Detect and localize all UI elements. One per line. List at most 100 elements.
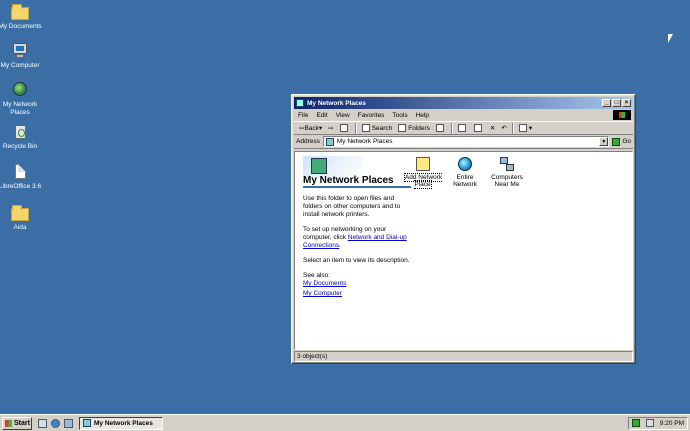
menu-bar: File Edit View Favorites Tools Help [294,109,633,121]
item-entire-network[interactable]: Entire Network [445,156,485,188]
internet-explorer-icon[interactable] [51,418,60,428]
item-computers-near-me[interactable]: Computers Near Me [487,156,527,188]
toolbar-separator [354,122,357,134]
delete-button[interactable]: ✕ [487,124,498,132]
go-button[interactable]: Go [612,137,631,146]
dropdown-arrow-icon: ▾ [318,125,323,132]
go-arrow-icon [612,137,621,146]
history-button[interactable] [433,124,449,132]
address-dropdown-button[interactable]: ▼ [599,137,609,146]
menu-help[interactable]: Help [412,112,433,119]
desktop-icon-my-network-places[interactable]: My Network Places [0,81,42,117]
desktop-icon-aida[interactable]: Aida [0,204,42,232]
menu-file[interactable]: File [294,112,312,119]
address-bar: Address My Network Places ▼ Go [294,135,633,149]
setup-text-suffix: . [339,242,341,249]
my-computer-link[interactable]: My Computer [303,290,411,298]
toolbar-separator [511,122,514,134]
network-status-icon[interactable] [632,419,640,427]
desktop-icon-libreoffice[interactable]: LibreOffice 3.6 [0,163,42,191]
outlook-express-icon[interactable] [64,418,73,428]
start-button[interactable]: Start [2,416,32,430]
network-places-icon [296,99,304,107]
document-icon [11,163,29,181]
desktop-icon-label: My Computer [0,62,40,69]
back-button[interactable]: ⇦ Back ▾ [296,124,325,133]
title-bar[interactable]: My Network Places _ □ × [294,97,633,109]
web-view-pane: My Network Places Use this folder to ope… [303,156,411,298]
address-label: Address [296,138,320,145]
desktop-icon-label: LibreOffice 3.6 [0,183,42,190]
clock[interactable]: 9:20 PM [660,420,684,427]
add-network-place-icon [415,156,431,172]
copy-to-button[interactable] [471,124,487,132]
move-to-button[interactable] [455,124,471,132]
taskbar-button-my-network-places[interactable]: My Network Places [79,416,163,430]
select-item-hint: Select an item to view its description. [303,257,410,264]
my-documents-link[interactable]: My Documents [303,280,411,288]
toolbar-separator [450,122,453,134]
maximize-button[interactable]: □ [612,99,621,107]
network-places-icon [311,158,327,174]
taskbar-button-label: My Network Places [94,419,153,427]
show-desktop-icon[interactable] [38,418,47,428]
item-label: Computers Near Me [491,174,523,188]
mouse-pointer-icon [668,34,673,43]
menu-tools[interactable]: Tools [388,112,411,119]
desktop-icon-label: Aida [13,224,27,231]
up-folder-icon [339,124,348,132]
folder-title: My Network Places [303,176,411,188]
setup-text: To set up networking on your computer, c… [303,226,411,250]
menu-edit[interactable]: Edit [312,112,331,119]
item-label: Add Network Place [403,173,443,189]
dropdown-arrow-icon: ▾ [528,125,533,132]
folder-banner: My Network Places [303,156,411,188]
undo-icon: ↶ [501,125,507,132]
computers-near-me-icon [499,156,515,172]
forward-button[interactable]: ⇨ [325,124,336,132]
address-input[interactable]: My Network Places ▼ [322,136,610,147]
go-label: Go [622,138,631,145]
entire-network-globe-icon [457,156,473,172]
minimize-button[interactable]: _ [602,99,611,107]
network-places-icon [325,137,334,146]
desktop-icon-label: Recycle Bin [2,143,38,150]
copy-to-icon [473,124,482,132]
views-button[interactable]: ▾ [516,124,535,132]
see-also-label: See also: [303,272,331,279]
search-icon [361,124,370,132]
computer-icon [11,42,29,60]
desktop-icon-my-documents[interactable]: My Documents [0,3,42,31]
recycle-bin-icon [11,123,29,141]
taskbar: Start My Network Places 9:20 PM [0,414,690,431]
forward-arrow-icon: ⇨ [328,125,334,132]
menu-view[interactable]: View [332,112,354,119]
delete-x-icon: ✕ [489,125,496,132]
volume-icon[interactable] [645,419,654,427]
item-label: Entire Network [453,174,477,188]
desktop-icon-label: My Documents [0,23,42,30]
item-add-network-place[interactable]: Add Network Place [403,156,443,189]
network-globe-icon [11,81,29,99]
explorer-window: My Network Places _ □ × File Edit View F… [291,94,636,364]
desktop-icon-recycle-bin[interactable]: Recycle Bin [0,123,42,151]
folders-button[interactable]: Folders [395,124,433,132]
move-to-icon [457,124,466,132]
folders-icon [398,124,407,132]
status-bar: 3 object(s) [294,351,633,362]
item-list: Add Network Place Entire Network Compute… [403,156,529,189]
network-places-icon [83,419,91,427]
close-button[interactable]: × [622,99,631,107]
up-button[interactable] [337,124,353,132]
folder-description: Use this folder to open files and folder… [303,195,401,218]
start-label: Start [14,419,30,427]
undo-button[interactable]: ↶ [498,124,509,132]
menu-favorites[interactable]: Favorites [354,112,389,119]
windows-logo-icon [613,110,631,120]
toolbar: ⇦ Back ▾ ⇨ Search Folders ✕ ↶ ▾ [294,121,633,135]
window-title: My Network Places [307,99,366,107]
search-button[interactable]: Search [359,124,396,132]
windows-flag-icon [5,419,12,427]
address-value: My Network Places [336,138,393,145]
desktop-icon-my-computer[interactable]: My Computer [0,42,42,70]
